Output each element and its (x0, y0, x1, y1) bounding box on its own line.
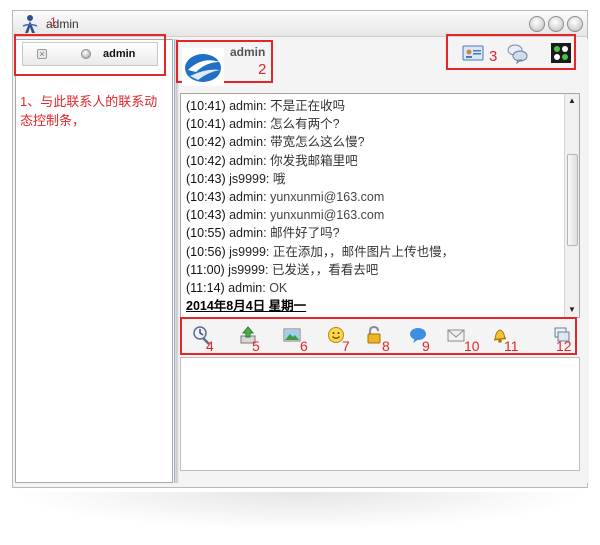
annotation-number-12: 12 (556, 338, 572, 354)
status-icon (81, 49, 91, 59)
contact-tab[interactable]: × admin (22, 42, 158, 66)
avatar[interactable] (182, 48, 224, 86)
header-tools (446, 34, 576, 70)
message-row: (10:43) admin: yunxunmi@163.com (186, 189, 385, 204)
message-input[interactable] (180, 357, 580, 471)
message-row: (10:41) admin: 不是正在收吗 (186, 99, 346, 113)
window-shadow (8, 492, 592, 530)
contact-name: admin (103, 48, 136, 60)
annotation-number-7: 7 (342, 338, 350, 354)
date-separator: 2014年8月4日 星期一 (186, 299, 307, 314)
scroll-up-icon[interactable]: ▲ (565, 94, 579, 108)
annotation-number-4: 4 (206, 338, 214, 354)
contact-display-name: admin (230, 45, 266, 59)
close-icon[interactable]: × (37, 49, 47, 59)
maximize-button[interactable] (548, 16, 564, 32)
image-icon[interactable] (282, 325, 302, 345)
message-list: (10:41) admin: 不是正在收吗 (10:41) admin: 怎么有… (186, 97, 566, 315)
contact-control-bar: × admin (14, 34, 166, 76)
message-row: (10:43) js9999: 哦 (186, 171, 286, 186)
message-row: (10:42) admin: 带宽怎么这么慢? (186, 135, 365, 150)
input-toolbar: 4 5 6 7 8 9 10 11 12 (180, 317, 577, 355)
message-row: (10:55) admin: 邮件好了吗? (186, 226, 340, 241)
annotation-number-11: 11 (504, 338, 519, 354)
annotation-number-9: 9 (422, 338, 430, 354)
annotation-number-8: 8 (382, 338, 390, 354)
dots-app-icon[interactable] (550, 42, 572, 64)
annotation-number-5: 5 (252, 338, 260, 354)
scroll-down-icon[interactable]: ▼ (565, 303, 579, 317)
scroll-thumb[interactable] (567, 154, 578, 246)
close-button[interactable] (567, 16, 583, 32)
lock-icon[interactable] (364, 325, 384, 345)
annotation-number-6: 6 (300, 338, 308, 354)
minimize-button[interactable] (529, 16, 545, 32)
message-row: (10:42) admin: 你发我邮箱里吧 (186, 153, 358, 168)
message-row: (11:00) js9999: 已发送，，看看去吧 (186, 262, 379, 277)
app-logo-icon (22, 15, 38, 33)
annotation-number-1: 1 (50, 15, 57, 29)
annotation-note: 1、与此联系人的联系动态控制条， (20, 94, 158, 128)
chat-scrollbar[interactable]: ▲ ▼ (564, 94, 579, 317)
message-row: (10:56) js9999: 正在添加，，邮件图片上传也慢， (186, 244, 455, 259)
chat-bubbles-icon[interactable] (506, 42, 528, 64)
contact-card-icon[interactable] (462, 42, 484, 64)
annotation-number-10: 10 (464, 338, 480, 354)
message-row: (11:14) admin: OK (186, 280, 288, 295)
chat-history[interactable]: (10:41) admin: 不是正在收吗 (10:41) admin: 怎么有… (180, 93, 580, 318)
panel-splitter[interactable] (174, 39, 179, 483)
annotation-number-3: 3 (489, 48, 498, 65)
mail-icon[interactable] (446, 325, 466, 345)
message-row: (10:41) admin: 怎么有两个? (186, 117, 340, 132)
message-row: (10:43) admin: yunxunmi@163.com (186, 208, 385, 223)
annotation-number-2: 2 (258, 61, 267, 78)
